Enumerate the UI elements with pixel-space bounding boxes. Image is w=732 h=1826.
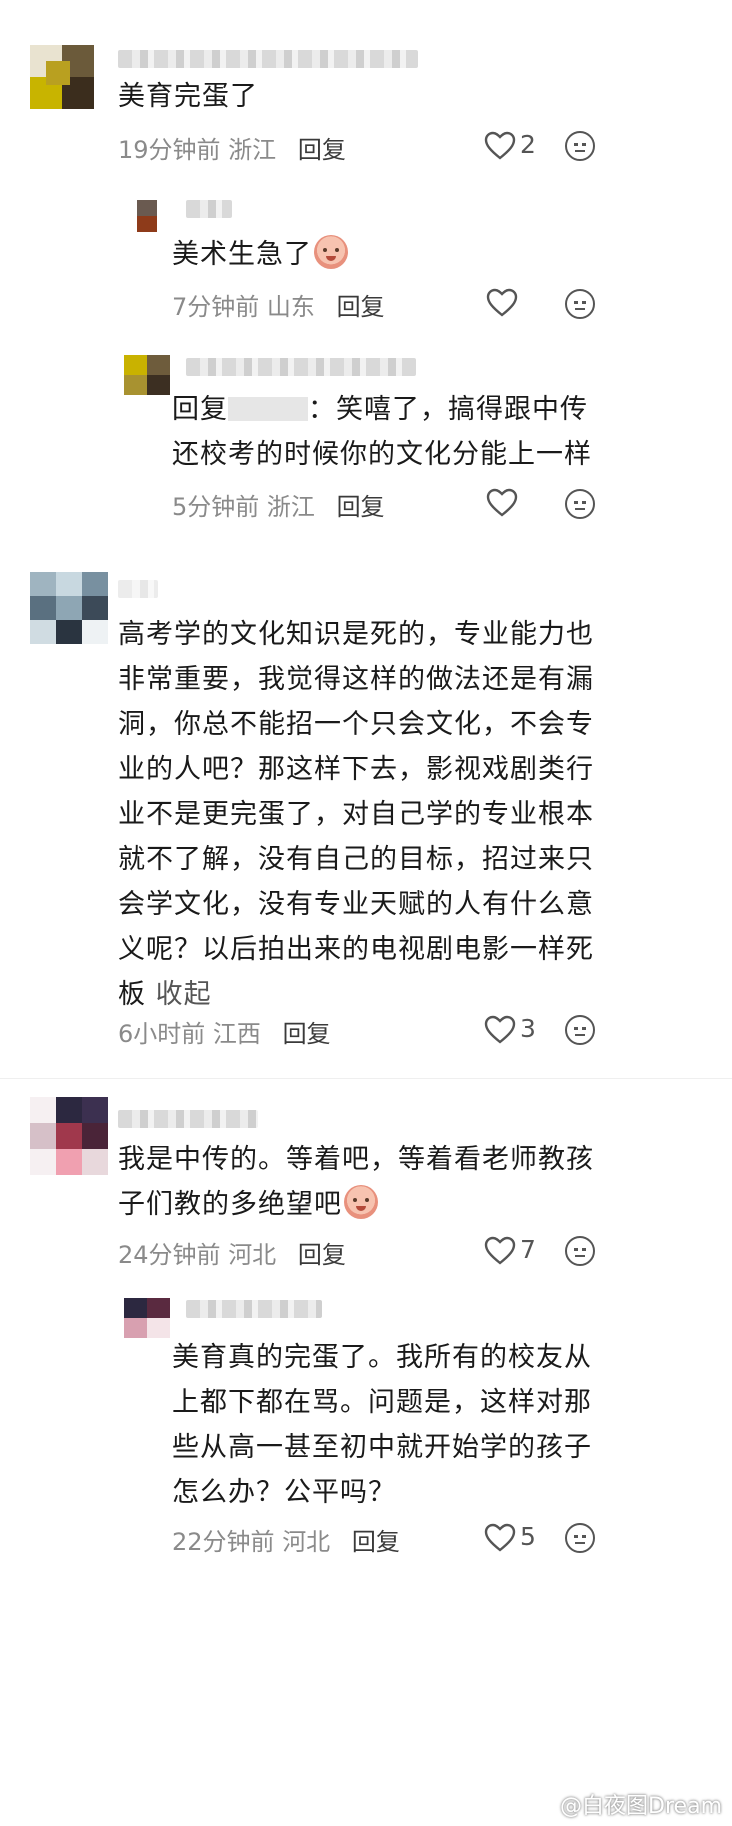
comment-text-line: 洞，你总不能招一个只会文化，不会专 [118, 709, 594, 740]
emoji-face-icon[interactable] [565, 1236, 595, 1266]
comment-text-line: 义呢？以后拍出来的电视剧电影一样死 [118, 934, 594, 965]
heart-outline-icon[interactable] [484, 131, 516, 161]
heart-outline-icon[interactable] [484, 1236, 516, 1266]
collapse-link[interactable]: 收起 [156, 979, 212, 1010]
reply-meta: 7分钟前 山东 回复 [172, 287, 385, 322]
watermark: @白夜图Dream [560, 1794, 722, 1819]
avatar[interactable] [30, 45, 94, 109]
username-blurred[interactable] [186, 358, 416, 376]
heart-outline-icon[interactable] [486, 288, 518, 318]
comment-meta: 19分钟前 浙江 回复 [118, 130, 346, 165]
emoji-face-icon[interactable] [565, 489, 595, 519]
comment-time: 19分钟前 [118, 136, 221, 164]
reply-text-line: 回复 ：笑嘻了，搞得跟中传 [172, 394, 588, 425]
divider [0, 1078, 732, 1079]
comment-location: 浙江 [228, 136, 277, 164]
username-blurred[interactable] [118, 580, 158, 598]
reply-location: 山东 [266, 293, 315, 321]
emoji-face-icon[interactable] [565, 1523, 595, 1553]
username-blurred[interactable] [186, 200, 232, 218]
comment-text-line: 会学文化，没有专业天赋的人有什么意 [118, 889, 594, 920]
reply-time: 22分钟前 [172, 1528, 275, 1556]
reply-button[interactable]: 回复 [298, 136, 346, 164]
avatar[interactable] [30, 572, 108, 644]
comment-text: 美育完蛋了 [118, 81, 258, 112]
mentioned-user-blurred[interactable] [228, 397, 308, 421]
comment-location: 江西 [212, 1020, 261, 1048]
username-blurred[interactable] [118, 50, 418, 68]
reply-text-line: 上都下都在骂。问题是，这样对那 [172, 1387, 592, 1418]
reply-text-line: 怎么办？公平吗？ [172, 1477, 396, 1508]
reply-button[interactable]: 回复 [337, 493, 385, 521]
comment-text-line: 板 收起 [118, 979, 212, 1010]
comment-meta: 24分钟前 河北 回复 [118, 1235, 346, 1270]
reply-button[interactable]: 回复 [352, 1528, 400, 1556]
avatar[interactable] [30, 1097, 108, 1175]
heart-outline-icon[interactable] [486, 488, 518, 518]
reply-text: 美术生急了 [172, 230, 348, 280]
emoji-face-icon[interactable] [565, 289, 595, 319]
reply-location: 浙江 [266, 493, 315, 521]
comment-text-line: 业的人吧？那这样下去，影视戏剧类行 [118, 754, 594, 785]
reply-meta: 5分钟前 浙江 回复 [172, 487, 385, 522]
comment-time: 24分钟前 [118, 1241, 221, 1269]
reply-meta: 22分钟前 河北 回复 [172, 1522, 400, 1557]
like-count: 3 [520, 1014, 536, 1043]
emoji-face-icon[interactable] [565, 131, 595, 161]
comment-time: 6小时前 [118, 1020, 206, 1048]
like-count: 2 [520, 130, 536, 159]
comment-meta: 6小时前 江西 回复 [118, 1014, 331, 1049]
heart-outline-icon[interactable] [484, 1015, 516, 1045]
comment-text-line: 就不了解，没有自己的目标，招过来只 [118, 844, 594, 875]
reply-text-line: 美育真的完蛋了。我所有的校友从 [172, 1342, 592, 1373]
crying-sticker-icon [344, 1185, 378, 1219]
emoji-face-icon[interactable] [565, 1015, 595, 1045]
heart-outline-icon[interactable] [484, 1523, 516, 1553]
reply-time: 7分钟前 [172, 293, 260, 321]
reply-button[interactable]: 回复 [337, 293, 385, 321]
reply-time: 5分钟前 [172, 493, 260, 521]
like-count: 5 [520, 1522, 536, 1551]
comment-text-line: 子们教的多绝望吧 [118, 1180, 378, 1230]
avatar[interactable] [124, 1298, 170, 1338]
reply-button[interactable]: 回复 [298, 1241, 346, 1269]
comment-text-line: 我是中传的。等着吧，等着看老师教孩 [118, 1144, 594, 1175]
avatar[interactable] [137, 200, 157, 232]
like-count: 7 [520, 1235, 536, 1264]
reply-button[interactable]: 回复 [283, 1020, 331, 1048]
reply-text-line: 还校考的时候你的文化分能上一样 [172, 439, 592, 470]
reply-text-line: 些从高一甚至初中就开始学的孩子 [172, 1432, 592, 1463]
avatar[interactable] [124, 355, 170, 395]
comment-text-line: 业不是更完蛋了，对自己学的专业根本 [118, 799, 594, 830]
comment-text-line: 高考学的文化知识是死的，专业能力也 [118, 619, 594, 650]
reply-location: 河北 [282, 1528, 331, 1556]
sticker-emoji-icon [314, 235, 348, 269]
username-blurred[interactable] [186, 1300, 322, 1318]
comment-text-line: 非常重要，我觉得这样的做法还是有漏 [118, 664, 594, 695]
comment-location: 河北 [228, 1241, 277, 1269]
username-blurred[interactable] [118, 1110, 258, 1128]
